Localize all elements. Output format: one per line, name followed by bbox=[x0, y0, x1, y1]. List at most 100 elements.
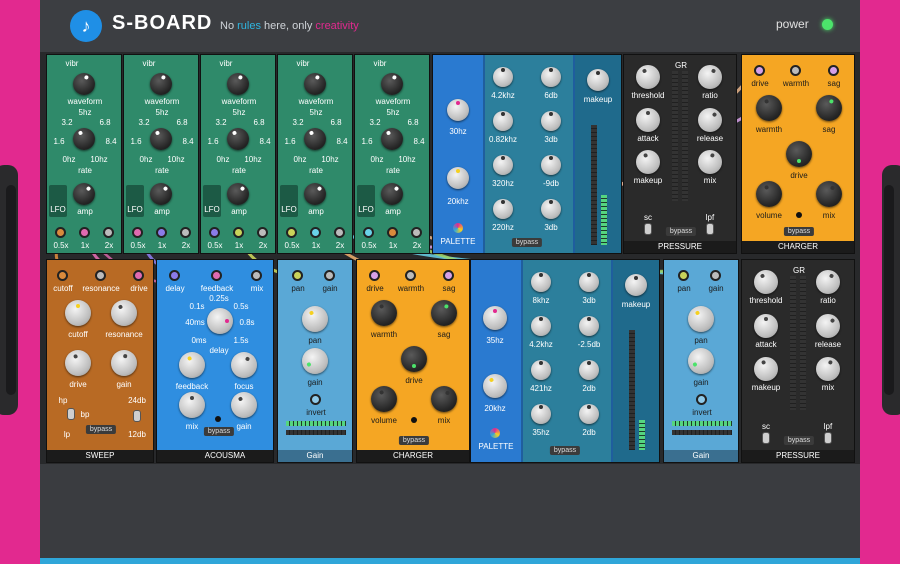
lpf-switch[interactable] bbox=[824, 432, 832, 444]
lpf-switch[interactable] bbox=[706, 223, 714, 235]
mix-knob[interactable] bbox=[179, 392, 205, 418]
cutoff-jack[interactable] bbox=[57, 270, 68, 281]
bypass-button[interactable]: bypass bbox=[783, 227, 815, 236]
output-jack-0.5x[interactable] bbox=[132, 227, 143, 238]
waveform-knob[interactable] bbox=[227, 73, 249, 95]
focus-knob[interactable] bbox=[231, 352, 257, 378]
waveform-knob[interactable] bbox=[73, 73, 95, 95]
band-gain-knob[interactable] bbox=[541, 111, 561, 131]
sc-switch[interactable] bbox=[644, 223, 652, 235]
pan-knob[interactable] bbox=[302, 306, 328, 332]
attack-knob[interactable] bbox=[636, 107, 660, 132]
gain-knob[interactable] bbox=[302, 348, 328, 374]
mix-knob[interactable] bbox=[698, 150, 722, 174]
sag-knob[interactable] bbox=[816, 95, 842, 121]
output-jack-1x[interactable] bbox=[233, 227, 244, 238]
release-knob[interactable] bbox=[698, 107, 722, 132]
warmth-knob[interactable] bbox=[756, 95, 782, 121]
band-freq-knob[interactable] bbox=[531, 272, 551, 292]
band-freq-knob[interactable] bbox=[531, 316, 551, 336]
amp-knob[interactable] bbox=[150, 183, 172, 205]
rate-knob[interactable] bbox=[227, 128, 249, 150]
volume-knob[interactable] bbox=[756, 181, 782, 207]
bypass-button[interactable]: bypass bbox=[398, 436, 430, 445]
mix-knob[interactable] bbox=[816, 357, 840, 381]
band-freq-knob[interactable] bbox=[493, 199, 513, 219]
output-jack-2x[interactable] bbox=[257, 227, 268, 238]
band-freq-knob[interactable] bbox=[531, 404, 551, 424]
amp-knob[interactable] bbox=[227, 183, 249, 205]
threshold-knob[interactable] bbox=[754, 270, 778, 294]
band-gain-knob[interactable] bbox=[541, 155, 561, 175]
band-gain-knob[interactable] bbox=[541, 199, 561, 219]
band-gain-knob[interactable] bbox=[579, 404, 599, 424]
sag-jack[interactable] bbox=[828, 65, 839, 76]
resonance-knob[interactable] bbox=[111, 300, 137, 326]
pan-jack[interactable] bbox=[292, 270, 303, 281]
output-jack-0.5x[interactable] bbox=[209, 227, 220, 238]
drive-jack[interactable] bbox=[369, 270, 380, 281]
bypass-button[interactable]: bypass bbox=[85, 425, 117, 434]
band-freq-knob[interactable] bbox=[493, 111, 513, 131]
mix-jack[interactable] bbox=[251, 270, 262, 281]
bypass-button[interactable]: bypass bbox=[203, 427, 235, 436]
mode-switch[interactable] bbox=[67, 408, 75, 420]
makeup-knob[interactable] bbox=[754, 357, 778, 381]
release-knob[interactable] bbox=[816, 313, 840, 338]
low-freq-knob[interactable] bbox=[483, 306, 507, 330]
threshold-knob[interactable] bbox=[636, 65, 660, 89]
attack-knob[interactable] bbox=[754, 313, 778, 338]
band-freq-knob[interactable] bbox=[493, 67, 513, 87]
warmth-jack[interactable] bbox=[405, 270, 416, 281]
drive-jack[interactable] bbox=[754, 65, 765, 76]
gain-knob[interactable] bbox=[231, 392, 257, 418]
ratio-knob[interactable] bbox=[816, 270, 840, 294]
bypass-button[interactable]: bypass bbox=[783, 436, 815, 445]
band-freq-knob[interactable] bbox=[531, 360, 551, 380]
output-jack-1x[interactable] bbox=[156, 227, 167, 238]
band-gain-knob[interactable] bbox=[579, 272, 599, 292]
amp-knob[interactable] bbox=[304, 183, 326, 205]
output-jack-1x[interactable] bbox=[79, 227, 90, 238]
waveform-knob[interactable] bbox=[150, 73, 172, 95]
waveform-knob[interactable] bbox=[304, 73, 326, 95]
output-jack-1x[interactable] bbox=[310, 227, 321, 238]
high-freq-knob[interactable] bbox=[483, 374, 507, 398]
output-jack-2x[interactable] bbox=[411, 227, 422, 238]
low-freq-knob[interactable] bbox=[447, 99, 469, 121]
drive-knob[interactable] bbox=[65, 350, 91, 376]
amp-knob[interactable] bbox=[73, 183, 95, 205]
band-freq-knob[interactable] bbox=[493, 155, 513, 175]
bypass-button[interactable]: bypass bbox=[511, 238, 543, 247]
output-jack-0.5x[interactable] bbox=[286, 227, 297, 238]
sc-switch[interactable] bbox=[762, 432, 770, 444]
makeup-knob[interactable] bbox=[587, 69, 609, 91]
invert-button[interactable] bbox=[310, 394, 321, 405]
output-jack-2x[interactable] bbox=[103, 227, 114, 238]
drive-knob[interactable] bbox=[401, 346, 427, 372]
gain-jack[interactable] bbox=[710, 270, 721, 281]
delay-time-knob[interactable] bbox=[207, 308, 233, 334]
pan-knob[interactable] bbox=[688, 306, 714, 332]
slope-switch[interactable] bbox=[133, 410, 141, 422]
makeup-knob[interactable] bbox=[636, 150, 660, 174]
mix-knob[interactable] bbox=[431, 386, 457, 412]
gain-jack[interactable] bbox=[324, 270, 335, 281]
cutoff-knob[interactable] bbox=[65, 300, 91, 326]
rate-knob[interactable] bbox=[381, 128, 403, 150]
drive-knob[interactable] bbox=[786, 141, 812, 167]
rate-knob[interactable] bbox=[150, 128, 172, 150]
gain-knob[interactable] bbox=[688, 348, 714, 374]
output-jack-1x[interactable] bbox=[387, 227, 398, 238]
warmth-knob[interactable] bbox=[371, 300, 397, 326]
invert-button[interactable] bbox=[696, 394, 707, 405]
warmth-jack[interactable] bbox=[790, 65, 801, 76]
sag-knob[interactable] bbox=[431, 300, 457, 326]
bypass-button[interactable]: bypass bbox=[549, 446, 581, 455]
pan-jack[interactable] bbox=[678, 270, 689, 281]
mix-knob[interactable] bbox=[816, 181, 842, 207]
output-jack-0.5x[interactable] bbox=[363, 227, 374, 238]
output-jack-0.5x[interactable] bbox=[55, 227, 66, 238]
rate-knob[interactable] bbox=[73, 128, 95, 150]
band-gain-knob[interactable] bbox=[579, 316, 599, 336]
